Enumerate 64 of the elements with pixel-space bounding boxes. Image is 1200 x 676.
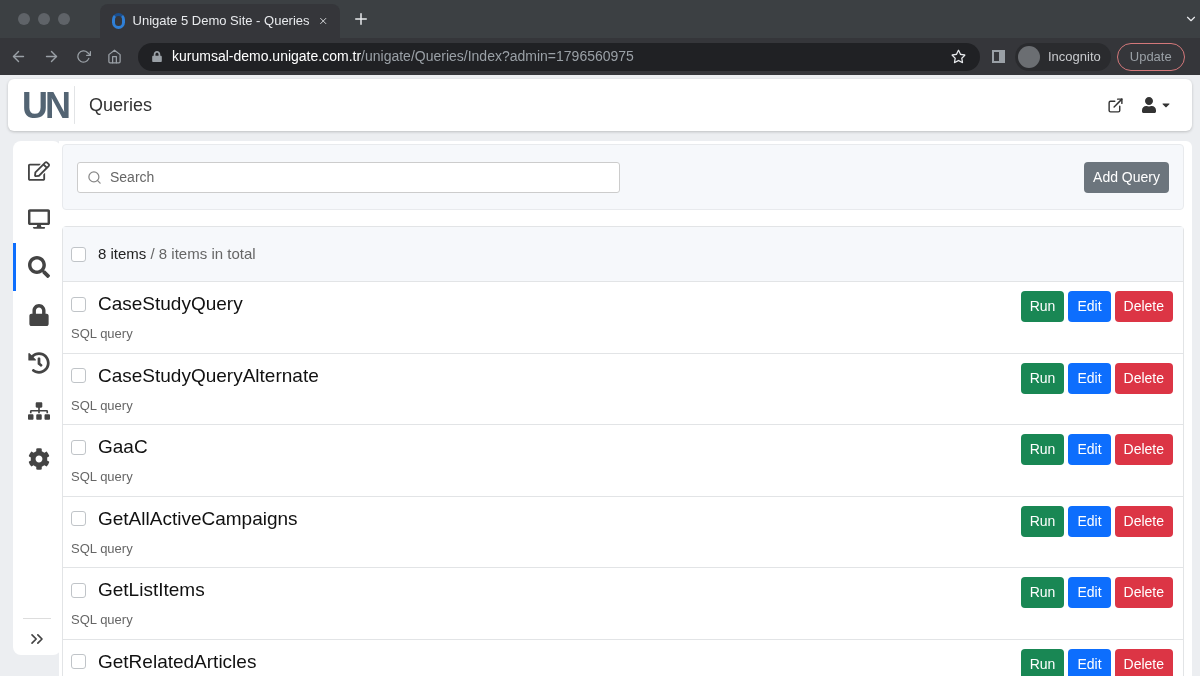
run-button[interactable]: Run xyxy=(1020,505,1065,537)
delete-button[interactable]: Delete xyxy=(1114,577,1173,608)
edit-button[interactable]: Edit xyxy=(1068,505,1111,537)
checkbox[interactable] xyxy=(71,582,86,598)
url-text: kurumsal-demo.unigate.com.tr/unigate/Queries/Index?admin=1796560975 xyxy=(172,47,635,66)
query-name[interactable]: GetAllActiveCampaigns xyxy=(98,506,298,531)
delete-button[interactable]: Delete xyxy=(1114,362,1173,394)
side-panel-icon[interactable] xyxy=(992,50,1005,63)
query-name[interactable]: GaaC xyxy=(98,435,148,459)
edit-icon xyxy=(27,160,50,182)
checkbox[interactable] xyxy=(71,439,86,455)
edit-button[interactable]: Edit xyxy=(1068,577,1111,608)
checkbox[interactable] xyxy=(71,654,86,669)
reload-icon[interactable] xyxy=(76,49,91,64)
tab-title: Unigate 5 Demo Site - Queries xyxy=(132,12,310,31)
checkbox[interactable] xyxy=(71,246,86,262)
query-name[interactable]: CaseStudyQueryAlternate xyxy=(98,363,319,388)
query-type: SQL query xyxy=(71,325,134,343)
run-button[interactable]: Run xyxy=(1020,291,1065,322)
address-bar[interactable]: kurumsal-demo.unigate.com.tr/unigate/Queries/Index?admin=1796560975 xyxy=(138,42,980,71)
edit-button[interactable]: Edit xyxy=(1068,362,1111,394)
browser-tab[interactable]: Unigate 5 Demo Site - Queries xyxy=(100,4,340,38)
edit-button[interactable]: Edit xyxy=(1068,434,1111,465)
delete-button[interactable]: Delete xyxy=(1114,648,1173,676)
checkbox[interactable] xyxy=(71,368,86,383)
back-icon[interactable] xyxy=(10,48,27,65)
query-type: SQL query xyxy=(71,468,134,486)
query-type: SQL query xyxy=(71,396,134,415)
delete-button[interactable]: Delete xyxy=(1114,505,1173,537)
logo[interactable]: UN xyxy=(22,86,75,124)
query-type: SQL query xyxy=(71,611,134,629)
history-icon xyxy=(27,352,50,374)
search-field[interactable]: Search xyxy=(77,161,620,193)
checkbox[interactable] xyxy=(71,511,86,526)
run-button[interactable]: Run xyxy=(1020,434,1065,465)
query-name[interactable]: CaseStudyQuery xyxy=(98,292,243,316)
run-button[interactable]: Run xyxy=(1020,648,1065,676)
bookmark-star-icon[interactable] xyxy=(951,49,966,64)
external-link-icon[interactable] xyxy=(1107,96,1124,114)
delete-button[interactable]: Delete xyxy=(1114,434,1173,465)
lock-icon xyxy=(152,51,162,62)
search-icon xyxy=(87,169,102,185)
user-icon[interactable] xyxy=(1142,97,1156,113)
run-button[interactable]: Run xyxy=(1020,577,1065,608)
query-type: SQL query xyxy=(71,539,134,558)
edit-button[interactable]: Edit xyxy=(1068,291,1111,322)
search-icon xyxy=(27,256,50,278)
query-name[interactable]: GetListItems xyxy=(98,578,205,602)
checkbox[interactable] xyxy=(71,296,86,312)
desktop-icon xyxy=(27,208,50,230)
page-title: Queries xyxy=(89,93,153,117)
item-count: 8 items / 8 items in total xyxy=(98,243,256,264)
edit-button[interactable]: Edit xyxy=(1068,648,1111,676)
incognito-chip[interactable]: Incognito xyxy=(1015,42,1111,71)
query-name[interactable]: GetRelatedArticles xyxy=(98,649,257,674)
home-icon[interactable] xyxy=(107,49,122,64)
forward-icon[interactable] xyxy=(43,48,60,65)
run-button[interactable]: Run xyxy=(1020,362,1065,394)
delete-button[interactable]: Delete xyxy=(1114,291,1173,322)
sitemap-icon xyxy=(27,400,50,422)
add-query-button[interactable]: Add Query xyxy=(1084,161,1169,193)
new-tab-icon[interactable] xyxy=(352,10,370,28)
lock-icon xyxy=(27,304,50,326)
settings-icon xyxy=(27,448,50,470)
